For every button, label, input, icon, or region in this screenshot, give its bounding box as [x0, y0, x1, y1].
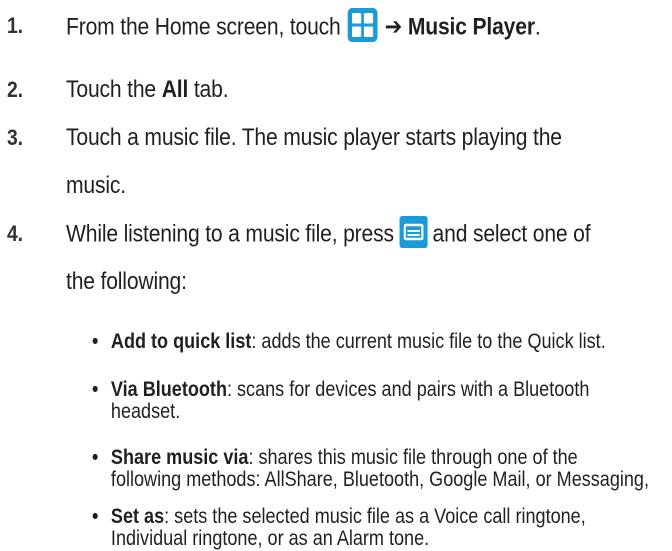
step-text: While listening to a music file, press	[66, 220, 394, 248]
step-text-after: and select one of	[432, 220, 591, 248]
option-term: Share music via	[110, 446, 249, 469]
bullet-icon: •	[92, 505, 99, 528]
option-description: : sets the selected music file as a Voic…	[164, 505, 586, 528]
bullet-icon: •	[92, 446, 99, 469]
option-description: : shares this music file through one of …	[248, 446, 578, 469]
music-player-label: Music Player	[407, 13, 535, 41]
step-text-continued: music.	[66, 172, 126, 199]
option-description: : scans for devices and pairs with a Blu…	[226, 378, 590, 401]
step-text-continued: the following:	[66, 268, 187, 295]
step-number: 1.	[7, 13, 23, 38]
option-term: Set as	[110, 505, 165, 528]
option-description-continued: headset.	[110, 400, 181, 423]
bullet-icon: •	[92, 330, 99, 353]
option-term: Via Bluetooth	[110, 378, 227, 401]
step-text-after: tab.	[193, 76, 229, 103]
bullet-icon: •	[92, 378, 99, 401]
step-text: From the Home screen, touch	[66, 13, 341, 41]
apps-grid-icon	[347, 8, 378, 42]
step-number: 4.	[7, 221, 23, 246]
step-text: Touch a music file. The music player sta…	[66, 124, 562, 151]
step-end: .	[534, 13, 541, 41]
option-description-continued: following methods: AllShare, Bluetooth, …	[110, 468, 650, 491]
arrow-icon: ➔	[384, 13, 403, 41]
option-description: : adds the current music file to the Qui…	[251, 330, 606, 353]
step-number: 3.	[7, 125, 23, 150]
menu-icon	[399, 216, 428, 248]
step-text: Touch the	[66, 76, 157, 103]
all-tab-label: All	[161, 76, 189, 103]
option-description-continued: Individual ringtone, or as an Alarm tone…	[110, 527, 430, 550]
step-number: 2.	[7, 77, 23, 102]
option-term: Add to quick list	[110, 330, 252, 353]
